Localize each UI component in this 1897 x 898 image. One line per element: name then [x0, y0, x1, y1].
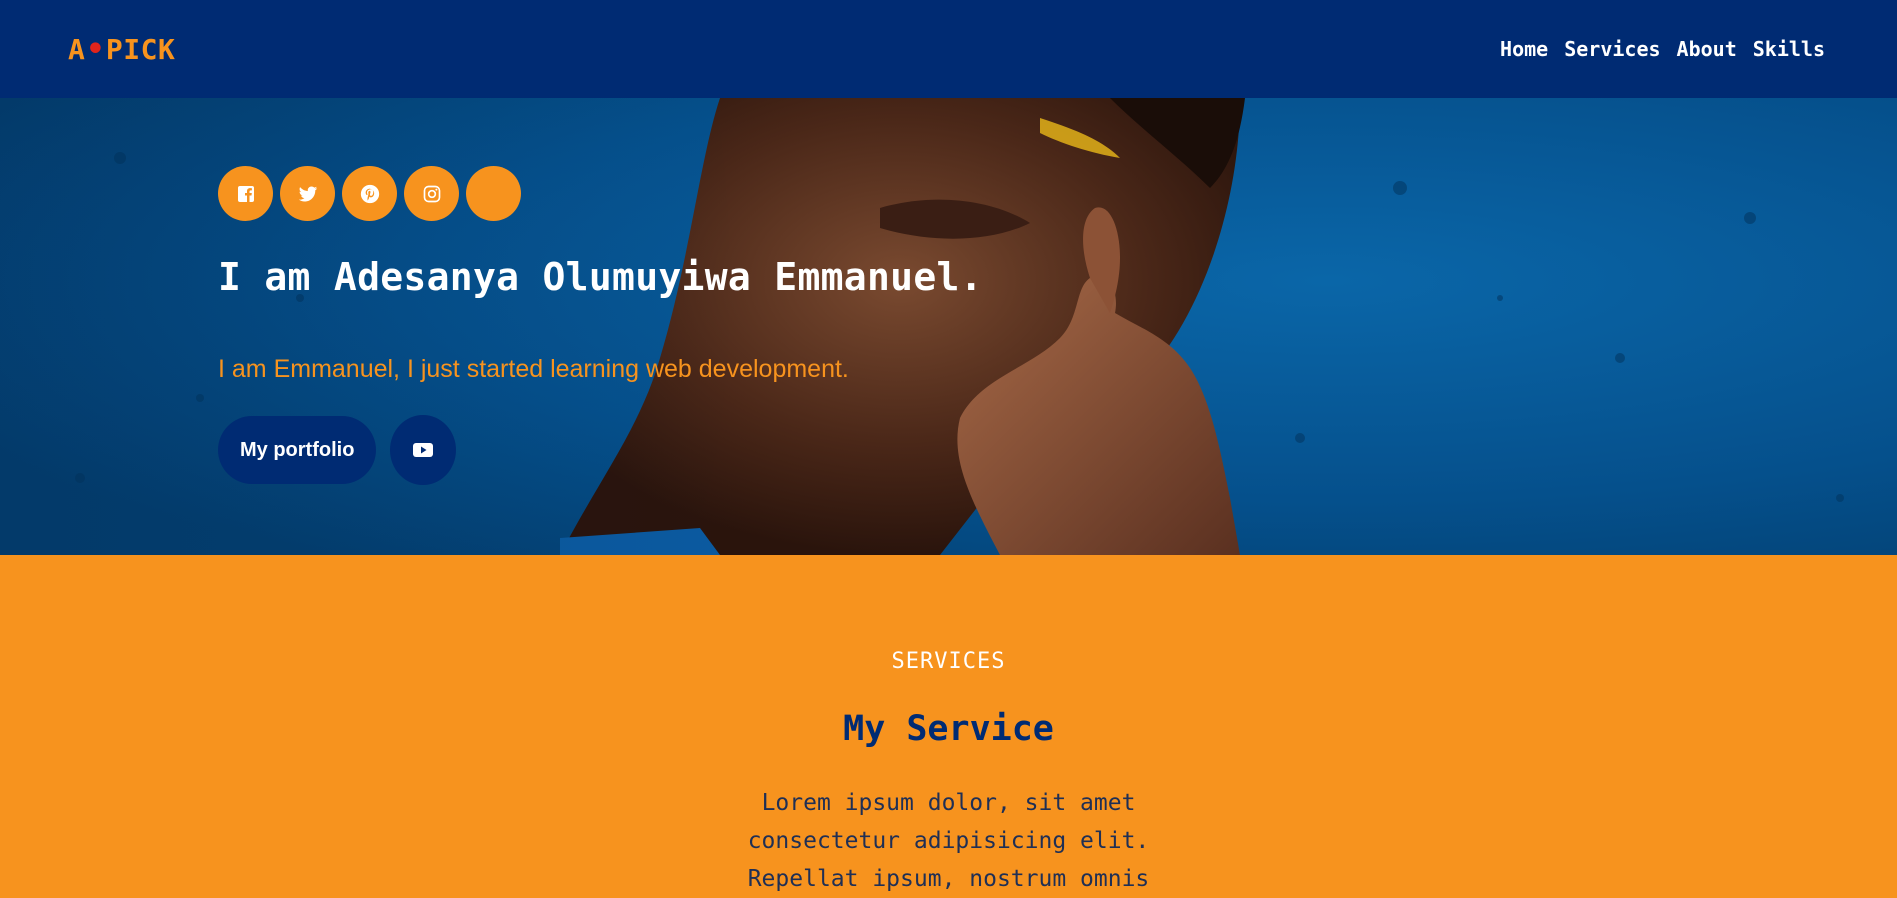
navbar: A • PICK Home Services About Skills	[0, 0, 1897, 98]
hero-buttons: My portfolio	[218, 415, 1118, 485]
hero-section: I am Adesanya Olumuyiwa Emmanuel. I am E…	[0, 98, 1897, 555]
portfolio-button[interactable]: My portfolio	[218, 416, 377, 484]
pinterest-icon	[360, 184, 379, 203]
nav-link-home[interactable]: Home	[1500, 37, 1548, 61]
facebook-icon	[237, 185, 254, 202]
nav-link-about[interactable]: About	[1677, 37, 1737, 61]
hero-subtitle: I am Emmanuel, I just started learning w…	[218, 355, 849, 383]
hero-title: I am Adesanya Olumuyiwa Emmanuel.	[218, 255, 983, 299]
services-title: My Service	[843, 709, 1054, 749]
services-description: Lorem ipsum dolor, sit amet consectetur …	[747, 790, 1150, 892]
hero-content: I am Adesanya Olumuyiwa Emmanuel. I am E…	[218, 166, 1118, 485]
brand-dot: •	[86, 31, 105, 67]
instagram-link[interactable]	[404, 166, 459, 221]
facebook-link[interactable]	[218, 166, 273, 221]
twitter-link[interactable]	[280, 166, 335, 221]
nav-link-services[interactable]: Services	[1564, 37, 1660, 61]
services-eyebrow: SERVICES	[891, 649, 1006, 674]
social-links	[218, 166, 1118, 221]
services-section: SERVICES My Service Lorem ipsum dolor, s…	[0, 555, 1897, 892]
pinterest-link[interactable]	[342, 166, 397, 221]
nav-link-skills[interactable]: Skills	[1753, 37, 1825, 61]
brand-prefix: A	[68, 32, 86, 66]
youtube-icon	[413, 443, 434, 457]
youtube-button[interactable]	[390, 415, 457, 485]
brand-logo[interactable]: A • PICK	[68, 32, 175, 67]
nav-links: Home Services About Skills	[1500, 37, 1829, 61]
twitter-icon	[298, 186, 317, 201]
brand-suffix: PICK	[105, 32, 176, 66]
instagram-icon	[423, 185, 440, 202]
extra-social-link[interactable]	[466, 166, 521, 221]
